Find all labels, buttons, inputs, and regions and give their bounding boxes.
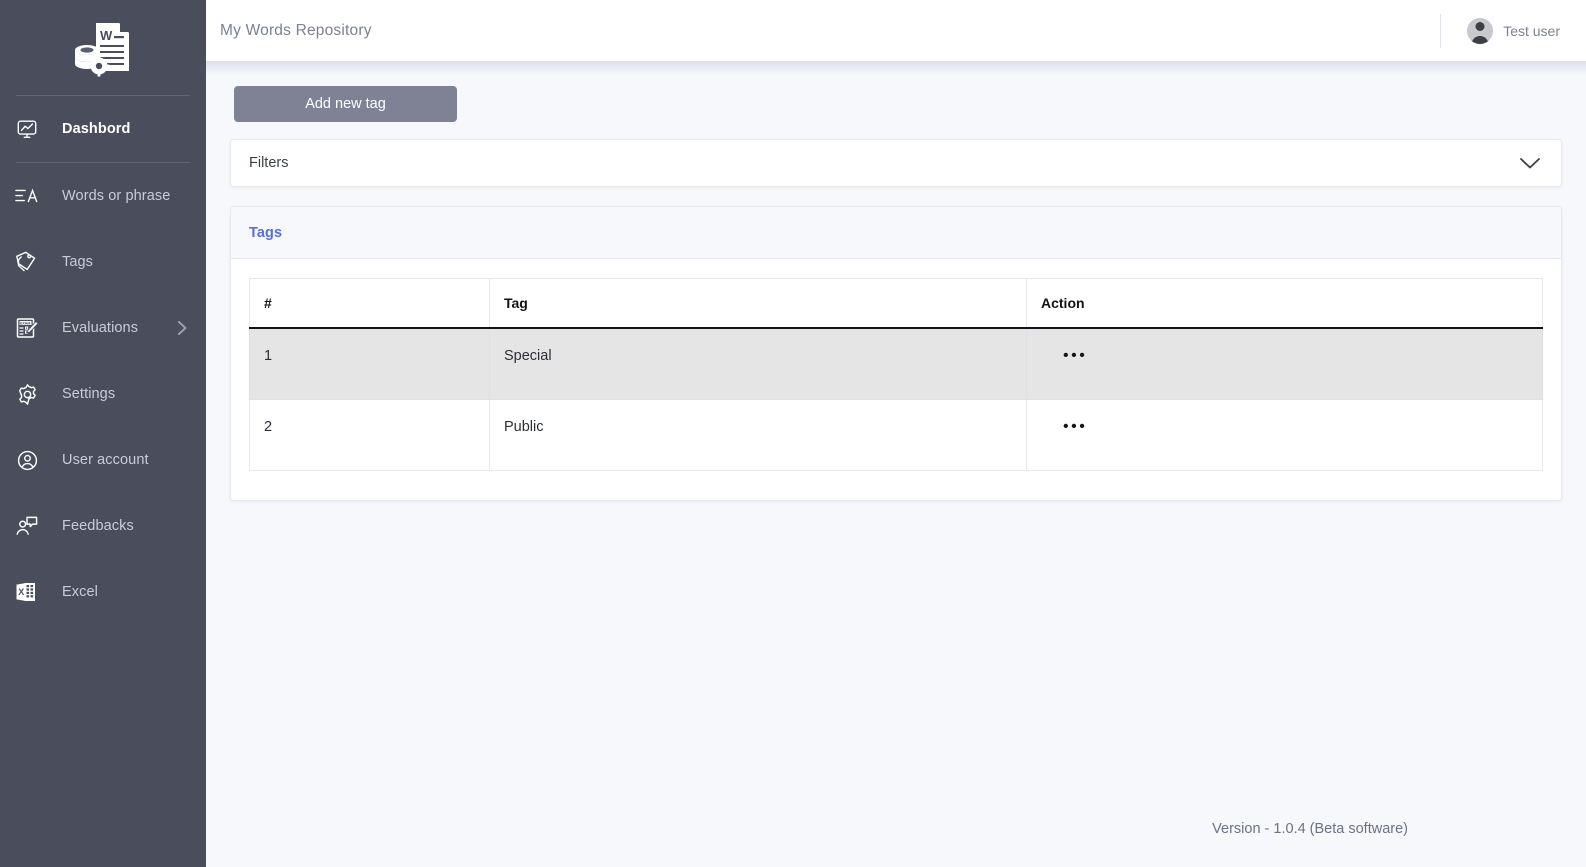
cell-tag: Public — [489, 399, 1027, 471]
excel-file-icon: X — [14, 579, 40, 605]
sidebar-item-label: Words or phrase — [62, 188, 171, 204]
cell-number: 1 — [249, 328, 490, 400]
sidebar-item-user-account[interactable]: User account — [0, 427, 206, 493]
cell-tag: Special — [489, 328, 1027, 400]
header-user-area[interactable]: Test user — [1440, 13, 1560, 48]
app-root: W Dashbord Words or phrase Tags EXAM Eva… — [0, 0, 1586, 867]
sidebar-nav: Dashbord Words or phrase Tags EXAM Evalu… — [0, 96, 206, 625]
sidebar-item-excel[interactable]: X Excel — [0, 559, 206, 625]
chevron-right-icon[interactable] — [177, 320, 188, 336]
sidebar-item-label: User account — [62, 452, 149, 468]
sidebar-item-label: Settings — [62, 386, 116, 402]
column-header-number: # — [249, 278, 490, 329]
sidebar-item-settings[interactable]: Settings — [0, 361, 206, 427]
sidebar-item-feedbacks[interactable]: Feedbacks — [0, 493, 206, 559]
main-area: My Words Repository Test user Add new ta… — [206, 0, 1586, 867]
filters-label: Filters — [249, 155, 289, 171]
svg-text:EXAM: EXAM — [20, 321, 30, 325]
chevron-down-icon[interactable] — [1519, 157, 1541, 170]
tags-card-title: Tags — [249, 225, 283, 241]
sidebar-item-tags[interactable]: Tags — [0, 229, 206, 295]
tags-table-head: # Tag Action — [249, 278, 1543, 329]
cell-number: 2 — [249, 399, 490, 471]
svg-text:W: W — [100, 28, 113, 43]
user-name: Test user — [1503, 22, 1560, 39]
monitor-chart-icon — [14, 116, 40, 142]
sidebar-item-label: Tags — [62, 254, 94, 270]
user-speech-bubble-icon — [14, 513, 40, 539]
cell-action: ••• — [1026, 328, 1543, 400]
user-circle-icon — [14, 447, 40, 473]
column-header-tag: Tag — [489, 278, 1027, 329]
table-row[interactable]: 2 Public ••• — [249, 399, 1543, 471]
sidebar-item-evaluations[interactable]: EXAM Evaluations — [0, 295, 206, 361]
sidebar-item-label: Excel — [62, 584, 98, 600]
sidebar-item-label: Evaluations — [62, 320, 139, 336]
sidebar-item-dashbord[interactable]: Dashbord — [0, 96, 206, 162]
top-header: My Words Repository Test user — [206, 0, 1586, 61]
document-database-gear-icon: W — [72, 19, 134, 77]
text-lines-a-icon — [14, 183, 40, 209]
svg-text:X: X — [18, 587, 24, 597]
cell-action: ••• — [1026, 399, 1543, 471]
sidebar: W Dashbord Words or phrase Tags EXAM Eva… — [0, 0, 206, 867]
page-title: My Words Repository — [220, 21, 372, 39]
version-label: Version - 1.0.4 (Beta software) — [1212, 821, 1408, 837]
sidebar-item-label: Dashbord — [62, 121, 131, 137]
exam-clipboard-icon: EXAM — [14, 315, 40, 341]
row-actions-menu-icon[interactable]: ••• — [1041, 348, 1087, 364]
header-divider — [1440, 13, 1442, 48]
tags-card: Tags # Tag Action 1 Special ••• 2 Public… — [230, 206, 1562, 501]
gear-icon — [14, 381, 40, 407]
header-shadow — [206, 61, 1586, 75]
table-header-row: # Tag Action — [249, 278, 1543, 329]
filters-panel[interactable]: Filters — [230, 139, 1562, 187]
tags-card-body: # Tag Action 1 Special ••• 2 Public ••• — [231, 259, 1561, 500]
sidebar-item-label: Feedbacks — [62, 518, 134, 534]
content-area: Add new tag Filters Tags # Tag Action 1 … — [206, 61, 1586, 867]
tags-icon — [14, 249, 40, 275]
tags-table: # Tag Action 1 Special ••• 2 Public ••• — [249, 278, 1543, 471]
tags-table-body: 1 Special ••• 2 Public ••• — [249, 328, 1543, 471]
app-logo[interactable]: W — [0, 0, 206, 95]
tags-card-header: Tags — [231, 207, 1561, 259]
row-actions-menu-icon[interactable]: ••• — [1041, 419, 1087, 435]
column-header-action: Action — [1026, 278, 1543, 329]
user-avatar-icon — [1467, 17, 1494, 44]
sidebar-item-words-or-phrase[interactable]: Words or phrase — [0, 163, 206, 229]
table-row[interactable]: 1 Special ••• — [249, 328, 1543, 400]
add-new-tag-button[interactable]: Add new tag — [234, 86, 457, 122]
